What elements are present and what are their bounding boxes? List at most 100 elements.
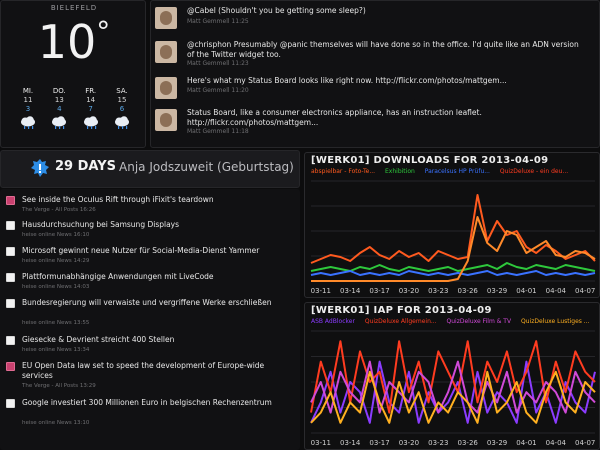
x-tick-label: 04-07 <box>575 439 595 447</box>
chart-legend: abspielbar - Foto-Te... Exhibition Parac… <box>311 168 600 175</box>
legend-entry: QuizDeluxe - ein deu... <box>499 168 569 175</box>
x-tick-label: 04-04 <box>546 439 567 447</box>
legend-entry: abspielbar - Foto-Te... <box>311 168 376 175</box>
forecast-low: 4 <box>57 105 62 113</box>
x-tick-label: 03-11 <box>311 287 331 295</box>
news-source: The Verge - All Posts 16:26 <box>22 207 96 213</box>
x-tick-label: 03-23 <box>428 439 448 447</box>
avatar <box>155 41 177 63</box>
avatar <box>155 77 177 99</box>
x-tick-label: 03-29 <box>487 439 507 447</box>
chart-plot: 03-11 03-14 03-17 03-20 03-23 03-26 03-29 04-01… <box>310 180 596 295</box>
x-tick-label: 03-20 <box>399 439 419 447</box>
cloud-rain-icon <box>21 116 35 129</box>
tweet[interactable]: @Cabel (Shouldn't you be getting some sl… <box>151 1 600 37</box>
avatar <box>155 109 177 131</box>
tweet-meta: Matt Gemmell 11:20 <box>187 87 249 94</box>
x-tick-label: 03-26 <box>458 287 479 295</box>
forecast-high: 11 <box>23 96 33 104</box>
forecast-low: 7 <box>88 105 93 113</box>
weather-city: BIELEFELD <box>50 4 98 12</box>
forecast-day: DO. 13 4 <box>46 87 72 130</box>
x-tick-label: 04-04 <box>546 287 567 295</box>
forecast-high: 15 <box>117 96 127 104</box>
news-source: heise online News 14:03 <box>22 284 90 290</box>
iap-chart: [WERK01] IAP FOR 2013-04-09 ASB AdBlocke… <box>304 302 600 450</box>
x-tick-label: 03-23 <box>428 287 448 295</box>
series-line <box>310 360 596 424</box>
forecast-day: MI. 11 3 <box>15 87 41 130</box>
news-source: heise online News 16:10 <box>22 232 90 238</box>
checkbox[interactable] <box>6 362 15 371</box>
news-title: Hausdurchsuchung bei Samsung Displays <box>22 220 180 229</box>
news-source: heise online News 13:10 <box>22 420 90 426</box>
tweet[interactable]: @chrisphon Presumably @panic themselves … <box>151 35 600 71</box>
weather-widget: BIELEFELD 10° MI. 11 3 DO. 13 4 FR. 14 7… <box>0 0 146 148</box>
cloud-rain-icon <box>83 116 98 129</box>
legend-entry: ASB AdBlocker <box>311 318 355 325</box>
news-source: heise online News 13:34 <box>22 347 90 353</box>
x-tick-label: 03-17 <box>369 287 389 295</box>
forecast-high: 13 <box>54 96 64 104</box>
x-tick-label: 03-11 <box>311 439 331 447</box>
news-title: EU Open Data law set to speed the develo… <box>22 361 265 380</box>
tweet-text: @chrisphon Presumably @panic themselves … <box>187 40 579 59</box>
countdown-widget: 29 DAYS Anja Jodszuweit (Geburtstag) <box>0 150 300 188</box>
legend-entry: QuizDeluxe Lustiges ... <box>521 318 590 325</box>
news-source: The Verge - All Posts 13:29 <box>22 383 96 389</box>
checkbox[interactable] <box>6 336 15 345</box>
checkbox[interactable] <box>6 196 15 205</box>
checkbox[interactable] <box>6 221 15 230</box>
downloads-chart: [WERK01] DOWNLOADS FOR 2013-04-09 abspie… <box>304 152 600 298</box>
tweet[interactable]: Here's what my Status Board looks like r… <box>151 71 600 107</box>
x-tick-label: 03-14 <box>340 287 361 295</box>
news-title: Plattformunabhängige Anwendungen mit Liv… <box>22 272 214 281</box>
forecast-high: 14 <box>86 96 96 104</box>
x-tick-label: 04-01 <box>516 439 536 447</box>
news-title: See inside the Oculus Rift through iFixi… <box>22 195 214 204</box>
series-line <box>310 270 596 276</box>
gear-badge-icon <box>31 159 49 177</box>
cloud-rain-icon <box>114 116 129 129</box>
countdown-days: 29 DAYS <box>55 159 117 174</box>
avatar <box>155 7 177 29</box>
cloud-rain-icon <box>52 116 67 129</box>
x-tick-label: 03-14 <box>340 439 361 447</box>
tweet-text: Status Board, like a consumer electronic… <box>187 108 482 127</box>
x-tick-label: 03-29 <box>487 287 507 295</box>
forecast-day-label: MI. <box>22 87 34 95</box>
news-widget: See inside the Oculus Rift through iFixi… <box>0 189 300 450</box>
news-source: heise online News 14:29 <box>22 258 90 264</box>
weather-forecast: MI. 11 3 DO. 13 4 FR. 14 7 SA. 15 6 <box>15 87 135 130</box>
x-tick-label: 03-26 <box>458 439 479 447</box>
legend-entry: Paracelsus HP Prüfu... <box>424 168 490 175</box>
chart-title: [WERK01] IAP FOR 2013-04-09 <box>311 305 492 316</box>
checkbox[interactable] <box>6 247 15 256</box>
series-line <box>310 262 596 272</box>
forecast-low: 6 <box>119 105 125 113</box>
tweet-meta: Matt Gemmell 11:23 <box>187 60 249 67</box>
forecast-low: 3 <box>25 105 31 113</box>
checkbox[interactable] <box>6 273 15 282</box>
forecast-day-label: FR. <box>85 87 97 95</box>
legend-entry: QuizDeluxe Allgemein... <box>364 318 437 325</box>
weather-temperature: 10° <box>37 15 111 69</box>
chart-legend: ASB AdBlocker QuizDeluxe Allgemein... Qu… <box>311 318 600 325</box>
tweet[interactable]: Status Board, like a consumer electronic… <box>151 103 600 139</box>
forecast-day-label: DO. <box>52 87 66 95</box>
chart-plot: 03-11 03-14 03-17 03-20 03-23 03-26 03-29 04-01… <box>310 330 596 447</box>
forecast-day: SA. 15 6 <box>109 87 135 130</box>
x-tick-label: 04-01 <box>516 287 536 295</box>
x-tick-label: 04-07 <box>575 287 595 295</box>
checkbox[interactable] <box>6 299 15 308</box>
legend-entry: QuizDeluxe Film & TV <box>446 318 512 325</box>
news-title: Giesecke & Devrient streicht 400 Stellen <box>22 335 175 344</box>
checkbox[interactable] <box>6 399 15 408</box>
series-line <box>310 194 596 264</box>
chart-title: [WERK01] DOWNLOADS FOR 2013-04-09 <box>311 155 549 166</box>
x-tick-label: 03-20 <box>399 287 419 295</box>
news-title: Google investiert 300 Millionen Euro in … <box>22 398 272 407</box>
countdown-event: Anja Jodszuweit (Geburtstag) <box>119 160 294 174</box>
tweet-text: @Cabel (Shouldn't you be getting some sl… <box>187 6 366 15</box>
legend-entry: Exhibition <box>385 168 415 175</box>
